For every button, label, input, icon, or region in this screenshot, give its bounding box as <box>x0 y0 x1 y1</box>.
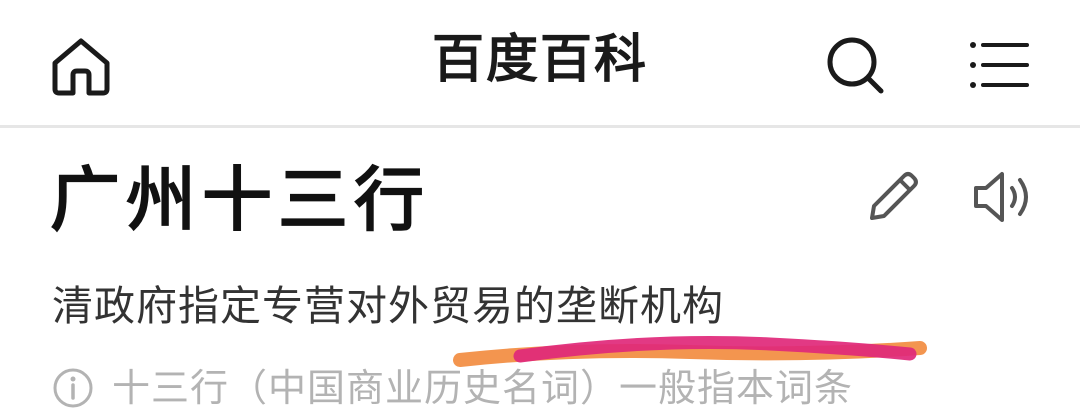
top-nav-bar: 百度百科 <box>0 0 1080 128</box>
home-icon <box>52 38 110 96</box>
search-icon <box>827 37 884 94</box>
home-button[interactable] <box>44 28 118 102</box>
disambiguation-row[interactable]: 十三行（中国商业历史名词）一般指本词条 <box>52 358 853 408</box>
menu-icon <box>970 42 1029 88</box>
read-aloud-button[interactable] <box>968 166 1038 228</box>
entry-description: 清政府指定专营对外贸易的垄断机构 <box>52 282 724 330</box>
search-button[interactable] <box>818 28 892 102</box>
disambiguation-text: 十三行（中国商业历史名词）一般指本词条 <box>112 366 854 408</box>
pencil-icon <box>870 172 918 220</box>
edit-button[interactable] <box>862 166 924 228</box>
entry-title: 广州十三行 <box>50 159 430 241</box>
baike-page: 百度百科 广州十三行 清政府指定专营对外贸易的垄断机构 十三行（中国商业历史名词… <box>0 0 1080 408</box>
info-icon <box>52 367 94 408</box>
site-title: 百度百科 <box>431 30 648 90</box>
menu-button[interactable] <box>962 28 1036 102</box>
speaker-icon <box>974 172 1028 222</box>
